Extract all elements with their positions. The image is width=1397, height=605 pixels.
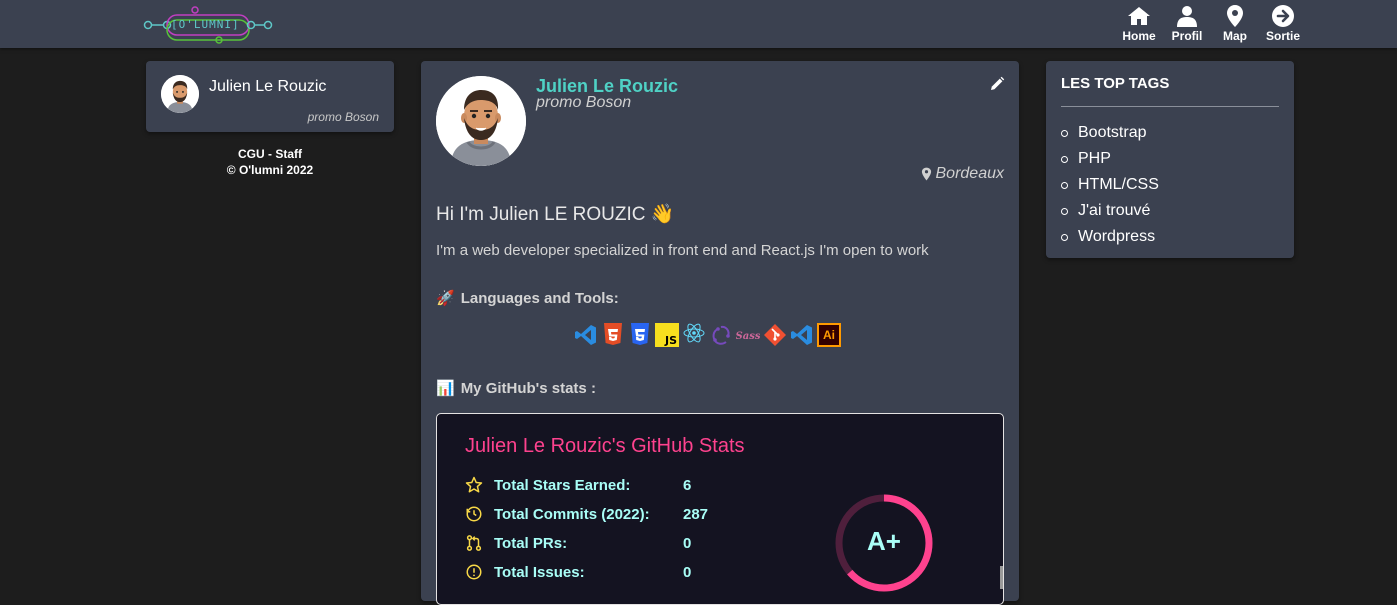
arrow-right-circle-icon xyxy=(1272,5,1294,27)
chart-icon: 📊 xyxy=(436,380,455,397)
stat-value: 0 xyxy=(683,563,692,581)
main-nav: Home Profil Map Sortie xyxy=(1121,4,1301,43)
git-icon xyxy=(763,323,787,347)
stat-label: Total PRs: xyxy=(494,534,568,552)
stat-row: Total Commits (2022): 287 xyxy=(465,505,708,523)
profile-card: Julien Le Rouzic promo Boson Bordeaux Hi… xyxy=(421,61,1019,605)
profile-greeting: Hi I'm Julien LE ROUZIC 👋 xyxy=(436,204,675,225)
bullet-icon xyxy=(1061,129,1068,137)
pull-request-icon xyxy=(466,535,482,551)
github-title: My GitHub's stats : xyxy=(460,379,596,397)
stat-value: 6 xyxy=(683,476,692,494)
bullet-icon xyxy=(1061,155,1068,163)
stat-row: Total Stars Earned: 6 xyxy=(465,476,691,494)
nav-profil[interactable]: Profil xyxy=(1169,4,1205,43)
tag-label: Bootstrap xyxy=(1078,124,1147,141)
user-promo: promo Boson xyxy=(307,110,379,124)
stat-value: 287 xyxy=(683,505,709,523)
bullet-icon xyxy=(1061,181,1068,189)
user-name: Julien Le Rouzic xyxy=(209,78,327,95)
react-icon xyxy=(682,323,706,347)
nav-home[interactable]: Home xyxy=(1121,4,1157,43)
stats-scrollbar[interactable] xyxy=(1000,566,1003,589)
profile-avatar xyxy=(436,76,526,166)
languages-heading: 🚀 Languages and Tools: xyxy=(436,289,619,308)
svg-text:Sass: Sass xyxy=(736,331,760,342)
nav-map[interactable]: Map xyxy=(1217,4,1253,43)
logo-text: [O'LUMNI] xyxy=(171,18,240,31)
top-navbar: [O'LUMNI] Home Profil Map Sortie xyxy=(0,0,1397,48)
tools-list: JS Sass Ai xyxy=(574,323,841,347)
olumni-logo[interactable]: [O'LUMNI] xyxy=(143,6,273,44)
divider xyxy=(1061,106,1279,107)
nav-home-label: Home xyxy=(1122,29,1156,43)
bullet-icon xyxy=(1061,207,1068,215)
top-tags-list: Bootstrap PHP HTML/CSS J'ai trouvé Wordp… xyxy=(1061,120,1159,250)
javascript-icon: JS xyxy=(655,323,679,347)
grade-value: A+ xyxy=(867,526,901,556)
copyright: © O'lumni 2022 xyxy=(226,163,314,177)
github-stats-title: Julien Le Rouzic's GitHub Stats xyxy=(465,435,745,457)
profile-location: Bordeaux xyxy=(921,165,1005,183)
home-icon xyxy=(1128,7,1150,25)
profile-promo: promo Boson xyxy=(536,94,632,111)
illustrator-icon: Ai xyxy=(817,323,841,347)
map-marker-icon xyxy=(921,167,931,181)
rocket-icon: 🚀 xyxy=(436,290,455,307)
tag-item[interactable]: Bootstrap xyxy=(1061,120,1159,146)
stat-row: Total PRs: 0 xyxy=(465,534,691,552)
nav-sortie-label: Sortie xyxy=(1265,29,1300,43)
profile-intro: I'm a web developer specialized in front… xyxy=(436,242,929,259)
clock-icon xyxy=(466,506,482,522)
star-icon xyxy=(465,476,483,493)
github-stats-card: Julien Le Rouzic's GitHub Stats Total St… xyxy=(436,413,1004,605)
languages-title: Languages and Tools: xyxy=(460,289,619,307)
tag-label: HTML/CSS xyxy=(1078,176,1159,193)
tag-item[interactable]: PHP xyxy=(1061,146,1159,172)
stat-row: Total Issues: 0 xyxy=(465,563,691,581)
vscode-icon xyxy=(574,323,598,347)
tag-item[interactable]: Wordpress xyxy=(1061,224,1159,250)
svg-text:JS: JS xyxy=(664,334,677,347)
css3-icon xyxy=(628,323,652,347)
avatar xyxy=(161,75,199,113)
stat-label: Total Commits (2022): xyxy=(494,505,650,523)
map-marker-icon xyxy=(1227,5,1243,27)
issue-icon xyxy=(466,564,482,580)
tag-item[interactable]: J'ai trouvé xyxy=(1061,198,1159,224)
html5-icon xyxy=(601,323,625,347)
pencil-icon[interactable] xyxy=(989,76,1005,92)
github-stats-heading: 📊 My GitHub's stats : xyxy=(436,379,596,398)
sass-icon: Sass xyxy=(736,323,760,347)
nav-map-label: Map xyxy=(1223,29,1247,43)
stat-value: 0 xyxy=(683,534,692,552)
top-tags-card: LES TOP TAGS Bootstrap PHP HTML/CSS J'ai… xyxy=(1046,61,1294,258)
tag-item[interactable]: HTML/CSS xyxy=(1061,172,1159,198)
footer-links: CGU - Staff © O'lumni 2022 xyxy=(146,146,394,178)
location-text: Bordeaux xyxy=(935,165,1005,182)
tag-label: PHP xyxy=(1078,150,1111,167)
user-icon xyxy=(1177,6,1197,27)
cgu-staff-link[interactable]: CGU - Staff xyxy=(146,146,394,162)
nav-profil-label: Profil xyxy=(1171,29,1203,43)
redux-icon xyxy=(709,323,733,347)
bullet-icon xyxy=(1061,233,1068,241)
tag-label: Wordpress xyxy=(1078,228,1156,245)
user-summary-card[interactable]: Julien Le Rouzic promo Boson xyxy=(146,61,394,132)
stat-label: Total Issues: xyxy=(494,563,585,581)
tag-label: J'ai trouvé xyxy=(1078,202,1151,219)
stat-label: Total Stars Earned: xyxy=(494,476,631,494)
top-tags-title: LES TOP TAGS xyxy=(1061,75,1170,92)
vscode-icon xyxy=(790,323,814,347)
nav-sortie[interactable]: Sortie xyxy=(1265,4,1301,43)
